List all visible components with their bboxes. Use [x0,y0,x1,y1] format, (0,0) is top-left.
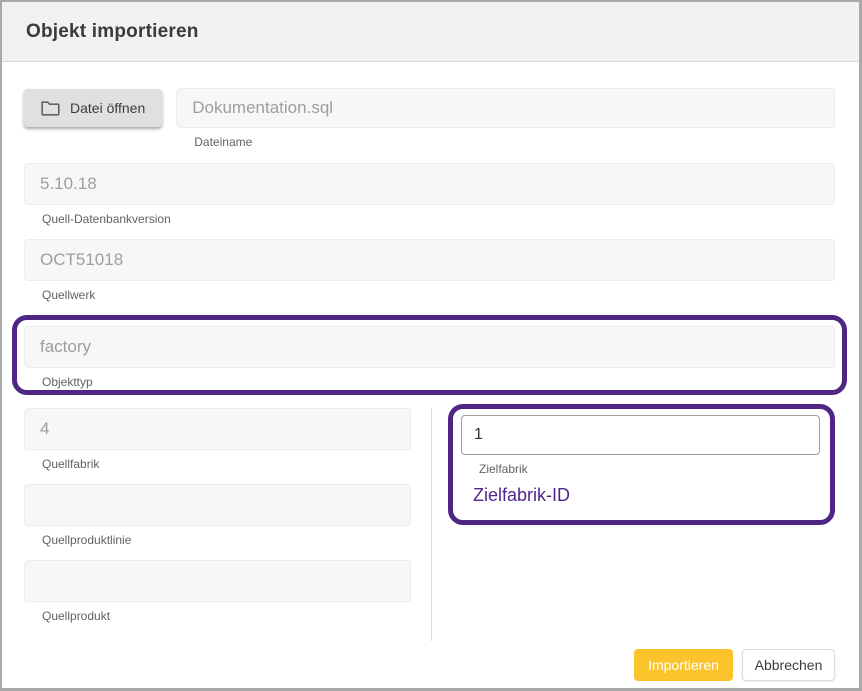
dialog-body: Datei öffnen Dateiname Quell-Datenbankve… [2,62,859,641]
two-column-area: Quellfabrik Quellproduktlinie Quellprodu… [24,408,835,641]
db-version-label: Quell-Datenbankversion [42,212,835,226]
file-row: Datei öffnen Dateiname [24,88,835,149]
zielfabrik-input[interactable] [461,415,820,455]
objekttyp-label: Objekttyp [42,375,835,389]
quellprodukt-label: Quellprodukt [42,609,411,623]
dialog-header: Objekt importieren [2,2,859,62]
db-version-input [24,163,835,205]
filename-field: Dateiname [176,88,835,149]
open-file-button[interactable]: Datei öffnen [24,89,162,127]
cancel-button[interactable]: Abbrechen [742,649,835,681]
dialog-title: Objekt importieren [26,21,199,43]
zielfabrik-id-label: Zielfabrik-ID [473,485,820,506]
objekttyp-input [24,326,835,368]
quellwerk-field: Quellwerk [24,239,835,302]
import-dialog: Objekt importieren Datei öffnen Dateinam… [0,0,862,691]
zielfabrik-highlight: Zielfabrik Zielfabrik-ID [448,404,835,525]
db-version-field: Quell-Datenbankversion [24,163,835,226]
dialog-footer: Importieren Abbrechen [634,649,835,681]
quellproduktlinie-input [24,484,411,526]
filename-label: Dateiname [194,135,835,149]
quellfabrik-label: Quellfabrik [42,457,411,471]
folder-icon [41,100,60,116]
quellprodukt-input [24,560,411,602]
zielfabrik-label: Zielfabrik [479,462,820,476]
left-column: Quellfabrik Quellproduktlinie Quellprodu… [24,408,432,641]
right-column: Zielfabrik Zielfabrik-ID [432,408,835,525]
quellfabrik-field: Quellfabrik [24,408,411,471]
quellwerk-label: Quellwerk [42,288,835,302]
open-file-button-label: Datei öffnen [70,100,145,116]
quellfabrik-input [24,408,411,450]
filename-input[interactable] [176,88,835,128]
quellprodukt-field: Quellprodukt [24,560,411,623]
quellproduktlinie-label: Quellproduktlinie [42,533,411,547]
objekttyp-highlight: Objekttyp [12,315,847,395]
quellproduktlinie-field: Quellproduktlinie [24,484,411,547]
quellwerk-input [24,239,835,281]
import-button[interactable]: Importieren [634,649,733,681]
objekttyp-field: Objekttyp [24,326,835,389]
